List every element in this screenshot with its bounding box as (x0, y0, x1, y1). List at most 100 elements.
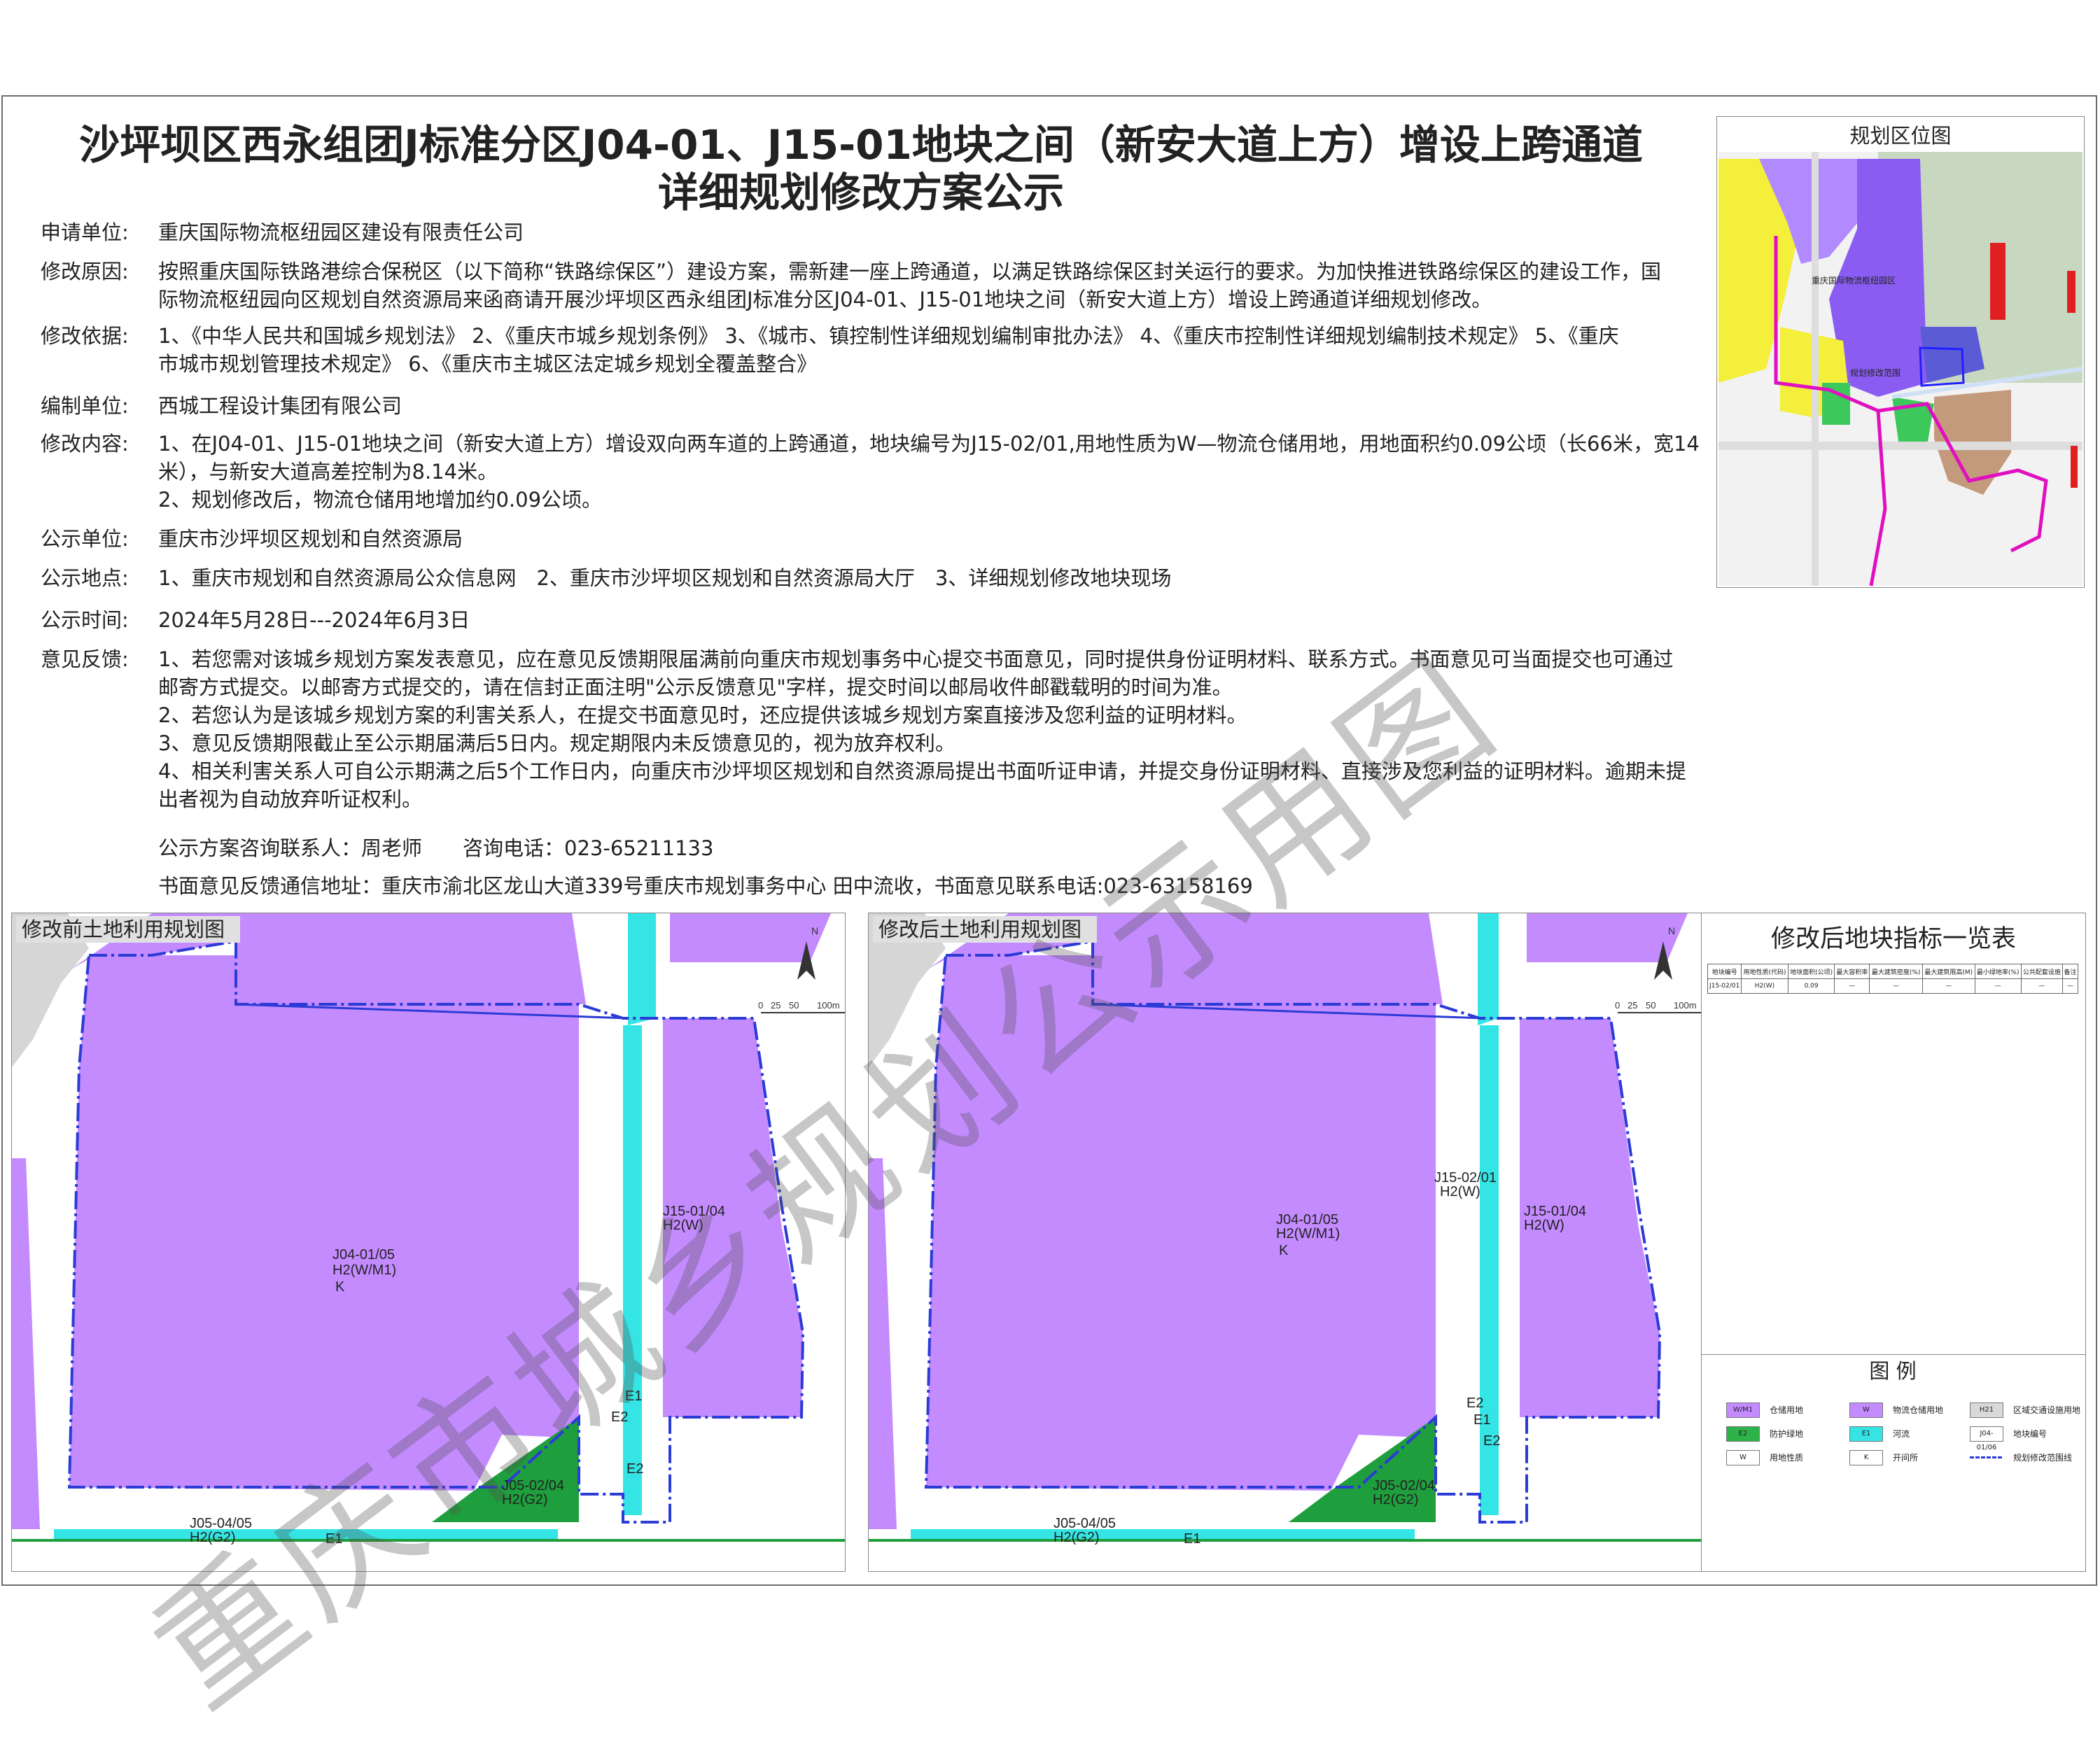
info-row-line: 2、若您认为是该城乡规划方案的利害关系人，在提交书面意见时，还应提供该城乡规划方… (158, 703, 1247, 727)
table-row: J15-02/01 H2(W) 0.09— — — — — — (1707, 978, 2078, 994)
table-cell: — (1921, 978, 1975, 994)
title-line-2: 详细规划修改方案公示 (657, 169, 1064, 216)
table-cell: — (2062, 978, 2078, 994)
legend-text: 河流 (1893, 1429, 1910, 1439)
scale-tick-25-after: 25 (1628, 1000, 1637, 1011)
panel-before-title: 修改前土地利用规划图 (16, 916, 241, 943)
info-row-value: 西城工程设计集团有限公司 (158, 392, 1740, 420)
info-row-line: 2、规划修改后，物流仓储用地增加约0.09公顷。 (158, 488, 603, 512)
legend-text: 地块编号 (2013, 1429, 2047, 1439)
info-row-line: 际物流枢纽园向区规划自然资源局来函商请开展沙坪坝区西永组团J标准分区J04-01… (158, 288, 1492, 311)
legend-swatch: H21 (1970, 1402, 2003, 1418)
panel-after-title: 修改后土地利用规划图 (873, 916, 1098, 943)
legend-swatch: E2 (1726, 1426, 1760, 1442)
legend-title: 图 例 (1869, 1359, 1917, 1383)
info-row-line: 市城市规划管理技术规定》 6、《重庆市主城区法定城乡规划全覆盖整合》 (158, 352, 818, 376)
before-east-use: H2(W) (663, 1218, 704, 1233)
location-inset-map: 规划区位图 重庆国际物流枢纽园区 规划修改范围 (1716, 116, 2085, 588)
info-row-line: 3、意见反馈期限截止至公示期届满后5日内。规定期限内未反馈意见的，视为放弃权利。 (158, 731, 955, 755)
before-main-k: K (335, 1279, 345, 1295)
info-row-label: 编制单位: (41, 394, 129, 418)
table-header-cell: 最大容积率 (1834, 964, 1870, 979)
scale-tick-0: 0 (758, 1000, 763, 1011)
panel-before: 修改前土地利用规划图 N 0 25 50 100m J04-01/05 H2(W… (11, 913, 846, 1572)
panel-after: 修改后土地利用规划图 N 0 25 50 100m J04-01/05 H2(W… (868, 913, 1702, 1572)
legend-swatch: W (1849, 1402, 1883, 1418)
legend-text: 开间所 (1893, 1453, 1919, 1463)
table-cell: — (2020, 978, 2064, 994)
before-s-code: J05-04/05 (190, 1516, 252, 1531)
info-row-line: 1、重庆市规划和自然资源局公众信息网 2、重庆市沙坪坝区规划和自然资源局大厅 3… (158, 566, 1172, 590)
scale-tick-100: 100m (817, 1000, 840, 1011)
after-e1b: E1 (1184, 1531, 1200, 1547)
info-row-line: 重庆国际物流枢纽园区建设有限责任公司 (158, 220, 524, 244)
info-row-line: 1、《中华人民共和国城乡规划法》 2、《重庆市城乡规划条例》 3、《城市、镇控制… (158, 324, 1619, 348)
legend-swatch: K (1849, 1450, 1883, 1465)
after-east-use: H2(W) (1524, 1218, 1564, 1233)
scale-tick-50: 50 (789, 1000, 799, 1011)
scale-tick-0-after: 0 (1615, 1000, 1620, 1011)
after-east-code: J15-01/04 (1524, 1204, 1586, 1219)
info-row-label: 申请单位: (41, 220, 129, 244)
after-g-code: J05-02/04 (1373, 1478, 1435, 1493)
legend-swatch: E1 (1849, 1426, 1883, 1442)
legend-text: 物流仓储用地 (1893, 1405, 1944, 1415)
table-header-cell: 公共配套设施 (2020, 964, 2064, 979)
info-row-value: 按照重庆国际铁路港综合保税区（以下简称“铁路综保区”）建设方案，需新建一座上跨通… (158, 258, 1740, 314)
after-e1a: E1 (1474, 1412, 1490, 1428)
after-s-use: H2(G2) (1054, 1530, 1100, 1545)
after-new-code: J15-02/01 (1434, 1170, 1497, 1186)
table-header-cell: 备注 (2062, 964, 2078, 979)
info-row-line: 邮寄方式提交。以邮寄方式提交的，请在信封正面注明"公示反馈意见"字样，提交时间以… (158, 675, 1233, 699)
table-header-cell: 最大建筑限高(M) (1921, 964, 1975, 979)
after-e2b: E2 (1483, 1433, 1500, 1449)
info-row-value: 1、《中华人民共和国城乡规划法》 2、《重庆市城乡规划条例》 3、《城市、镇控制… (158, 322, 1740, 378)
after-new-use: H2(W) (1440, 1184, 1480, 1200)
before-g-use: H2(G2) (502, 1492, 548, 1507)
index-table: 地块编号 用地性质(代码) 地块面积(公顷) 最大容积率 最大建筑密度(%) 最大建筑限高… (1707, 964, 2078, 994)
address-line: 书面意见反馈通信地址：重庆市渝北区龙山大道339号重庆市规划事务中心 田中流收，… (158, 874, 1253, 898)
inset-label-park: 重庆国际物流枢纽园区 (1812, 275, 1896, 286)
inset-map-graphic: 重庆国际物流枢纽园区 规划修改范围 (1718, 152, 2083, 586)
after-main-code: J04-01/05 (1276, 1212, 1338, 1228)
legend-swatch: J04-01/06 (1970, 1426, 2003, 1451)
table-cell: — (1869, 978, 1923, 994)
before-g-code: J05-02/04 (502, 1478, 564, 1493)
before-e1a: E1 (625, 1388, 642, 1404)
table-cell: — (1974, 978, 2022, 994)
legend-text: 区域交通设施用地 (2013, 1405, 2081, 1415)
before-map-graphic: N 0 25 50 100m J04-01/05 H2(W/M1) K J15-… (12, 913, 845, 1571)
after-main-k: K (1279, 1243, 1289, 1258)
table-header-cell: 地块编号 (1707, 964, 1742, 979)
info-row-label: 公示时间: (41, 608, 129, 632)
legend-text: 仓储用地 (1770, 1405, 1804, 1415)
info-row-label: 修改依据: (41, 324, 129, 348)
inset-label-scope: 规划修改范围 (1850, 367, 1900, 378)
after-main-use: H2(W/M1) (1276, 1226, 1340, 1242)
info-row-label: 公示单位: (41, 527, 129, 551)
info-row-line: 西城工程设计集团有限公司 (158, 394, 402, 418)
info-row-value: 1、若您需对该城乡规划方案发表意见，应在意见反馈期限届满前向重庆市规划事务中心提… (158, 645, 1740, 813)
before-s-use: H2(G2) (190, 1530, 236, 1545)
north-label-after: N (1668, 925, 1675, 936)
index-table-title: 修改后地块指标一览表 (1770, 925, 2016, 953)
info-row-label: 公示地点: (41, 566, 129, 590)
after-map-graphic: N 0 25 50 100m J04-01/05 H2(W/M1) K J15-… (869, 913, 1702, 1571)
info-row-line: 按照重庆国际铁路港综合保税区（以下简称“铁路综保区”）建设方案，需新建一座上跨通… (158, 260, 1662, 283)
scale-tick-100-after: 100m (1674, 1000, 1697, 1011)
before-east-code: J15-01/04 (663, 1204, 725, 1219)
info-row-label: 修改内容: (41, 432, 129, 456)
scale-tick-25: 25 (771, 1000, 780, 1011)
info-row-label: 修改原因: (41, 260, 129, 283)
info-row-value: 重庆国际物流枢纽园区建设有限责任公司 (158, 218, 1740, 246)
table-cell: H2(W) (1741, 978, 1788, 994)
legend-swatch: W (1726, 1450, 1760, 1465)
north-label: N (811, 925, 818, 936)
info-row-line: 1、在J04-01、J15-01地块之间（新安大道上方）增设双向两车道的上跨通道… (158, 432, 1700, 456)
legend: 图 例 W/M1 仓储用地 W 物流仓储用地 H21 区域交通设施用地 E2 防护绿地 E1 河流… (1701, 1355, 2085, 1565)
after-e2a: E2 (1466, 1395, 1483, 1411)
legend-text: 防护绿地 (1770, 1429, 1804, 1439)
legend-swatch (1970, 1456, 2002, 1458)
contact-line: 公示方案咨询联系人：周老师 咨询电话：023-65211133 (158, 836, 714, 860)
info-row-line: 1、若您需对该城乡规划方案发表意见，应在意见反馈期限届满前向重庆市规划事务中心提… (158, 647, 1674, 671)
